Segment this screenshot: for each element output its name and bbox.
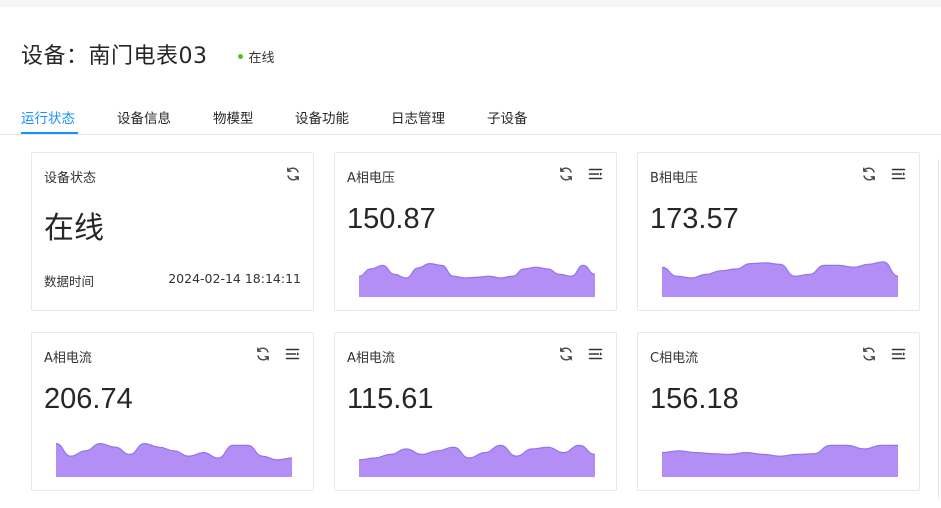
page-title: 设备：南门电表03 bbox=[21, 44, 208, 69]
tab-bar: 运行状态 设备信息 物模型 设备功能 日志管理 子设备 bbox=[0, 97, 941, 135]
status-dot-icon bbox=[237, 53, 243, 59]
card-value: 173.57 bbox=[650, 203, 739, 235]
data-time-label: 数据时间 bbox=[44, 274, 95, 289]
tab-running-status[interactable]: 运行状态 bbox=[21, 107, 75, 127]
card-value: 150.87 bbox=[347, 203, 436, 235]
refresh-icon[interactable] bbox=[285, 166, 301, 182]
status-badge: 在线 bbox=[237, 47, 275, 66]
device-status-card: 设备状态 在线 数据时间 2024-02-14 18:14:11 bbox=[31, 152, 314, 311]
refresh-icon[interactable] bbox=[861, 166, 877, 182]
list-icon[interactable] bbox=[891, 166, 907, 182]
refresh-icon[interactable] bbox=[861, 346, 877, 362]
sparkline-chart bbox=[662, 257, 898, 297]
sparkline-chart bbox=[359, 257, 595, 297]
sparkline-chart bbox=[359, 437, 595, 477]
card-value: 206.74 bbox=[44, 383, 133, 415]
refresh-icon[interactable] bbox=[255, 346, 271, 362]
metric-card: C相电流 156.18 bbox=[637, 332, 920, 491]
card-title: A相电压 bbox=[347, 171, 395, 186]
metric-card: B相电压 173.57 bbox=[637, 152, 920, 311]
page-header: 设备：南门电表03 在线 bbox=[21, 37, 275, 71]
tab-sub-devices[interactable]: 子设备 bbox=[487, 107, 528, 127]
sparkline-area bbox=[359, 445, 595, 477]
metric-card: A相电压 150.87 bbox=[334, 152, 617, 311]
card-title: A相电流 bbox=[44, 351, 92, 366]
refresh-icon[interactable] bbox=[558, 166, 574, 182]
sparkline-area bbox=[662, 261, 898, 297]
card-value: 156.18 bbox=[650, 383, 739, 415]
tab-device-info[interactable]: 设备信息 bbox=[117, 107, 171, 127]
metric-card: A相电流 115.61 bbox=[334, 332, 617, 491]
card-value: 在线 bbox=[44, 211, 104, 246]
list-icon[interactable] bbox=[891, 346, 907, 362]
list-icon[interactable] bbox=[285, 346, 301, 362]
list-icon[interactable] bbox=[588, 166, 604, 182]
sparkline-chart bbox=[56, 437, 292, 477]
metric-card: A相电流 206.74 bbox=[31, 332, 314, 491]
tab-log-management[interactable]: 日志管理 bbox=[391, 107, 445, 127]
sparkline-area bbox=[662, 445, 898, 477]
card-value: 115.61 bbox=[347, 383, 434, 415]
tab-active-indicator bbox=[21, 132, 78, 134]
sparkline-area bbox=[359, 263, 595, 297]
data-time-value: 2024-02-14 18:14:11 bbox=[168, 271, 301, 286]
tab-device-functions[interactable]: 设备功能 bbox=[295, 107, 349, 127]
card-title: B相电压 bbox=[650, 171, 698, 186]
card-title: A相电流 bbox=[347, 351, 395, 366]
status-text: 在线 bbox=[248, 50, 275, 66]
card-title: 设备状态 bbox=[44, 171, 97, 186]
sparkline-chart bbox=[662, 437, 898, 477]
device-detail-panel: 设备：南门电表03 在线 运行状态 设备信息 物模型 设备功能 日志管理 子设备… bbox=[0, 7, 941, 508]
tab-thing-model[interactable]: 物模型 bbox=[213, 107, 254, 127]
refresh-icon[interactable] bbox=[558, 346, 574, 362]
list-icon[interactable] bbox=[588, 346, 604, 362]
card-title: C相电流 bbox=[650, 351, 699, 366]
